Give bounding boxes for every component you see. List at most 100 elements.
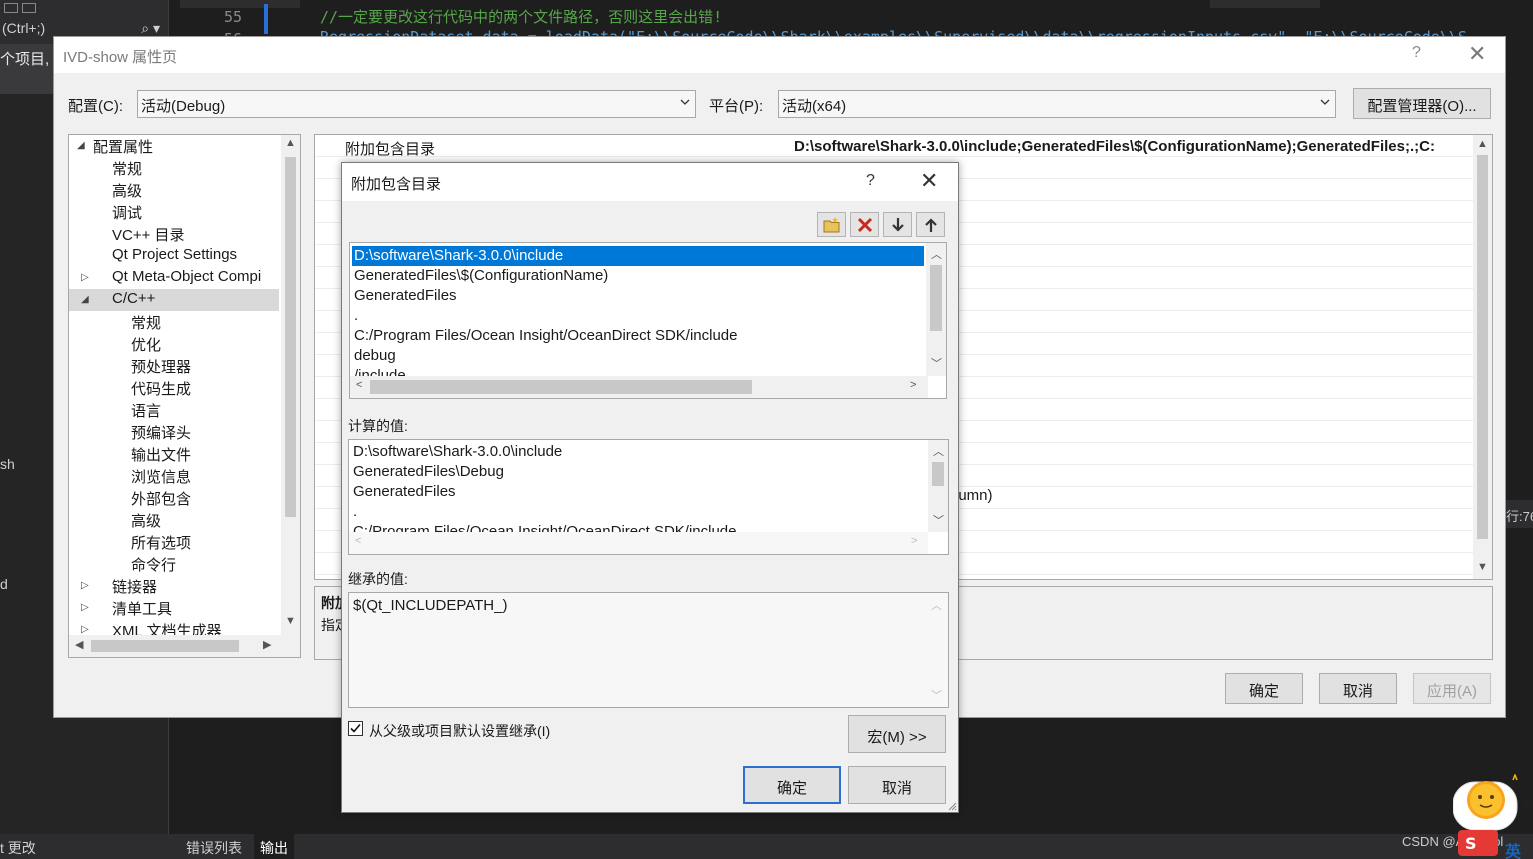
expanded-arrow-icon[interactable]: ◢ — [81, 294, 89, 305]
tree-item[interactable]: 预编译头 — [69, 421, 279, 443]
tree-item[interactable]: ◢ 配置属性 — [69, 135, 279, 157]
property-tree[interactable]: ◢ 配置属性 常规 高级 调试 VC++ 目录 Qt Project Settings ▷ Qt… — [68, 134, 301, 658]
tree-item[interactable]: 所有选项 — [69, 531, 279, 553]
tree-item[interactable]: 输出文件 — [69, 443, 279, 465]
scroll-down-icon[interactable]: ▼ — [285, 615, 296, 627]
collapsed-arrow-icon[interactable]: ▷ — [81, 602, 89, 613]
move-down-button[interactable] — [883, 212, 912, 237]
scroll-right-icon[interactable]: > — [911, 535, 917, 547]
tree-item[interactable]: 浏览信息 — [69, 465, 279, 487]
tree-vertical-scrollbar[interactable]: ▲ ▼ — [281, 135, 300, 635]
list-horizontal-scrollbar[interactable]: < > — [350, 376, 928, 398]
move-up-button[interactable] — [916, 212, 945, 237]
scroll-up-icon[interactable]: ︿ — [931, 246, 942, 262]
solution-project-text: 个项目, — [0, 51, 50, 68]
scroll-left-icon[interactable]: ◀ — [75, 638, 83, 651]
toolbar-icon[interactable] — [4, 3, 18, 13]
scrollbar-thumb[interactable] — [370, 380, 752, 394]
scrollbar-thumb[interactable] — [932, 462, 944, 486]
scroll-down-icon[interactable]: ﹀ — [933, 512, 944, 528]
tree-horizontal-scrollbar[interactable]: ◀ ▶ — [69, 635, 300, 657]
scroll-up-icon[interactable]: ︿ — [933, 443, 944, 459]
scrollbar-thumb[interactable] — [91, 640, 239, 652]
tree-item[interactable]: 优化 — [69, 333, 279, 355]
ime-widget[interactable]: S 新 英 — [1452, 772, 1533, 859]
tab-output[interactable]: 输出 — [254, 834, 294, 859]
toolbar-icon[interactable] — [22, 3, 36, 13]
scroll-up-icon[interactable]: ▲ — [1477, 138, 1488, 150]
help-button[interactable]: ? — [1412, 44, 1421, 62]
list-item[interactable]: C:/Program Files/Ocean Insight/OceanDire… — [352, 326, 738, 346]
inherit-checkbox[interactable] — [348, 721, 363, 736]
tree-item[interactable]: 代码生成 — [69, 377, 279, 399]
scroll-right-icon[interactable]: ▶ — [263, 638, 271, 651]
list-item[interactable]: GeneratedFiles — [352, 286, 457, 306]
tree-item[interactable]: 语言 — [69, 399, 279, 421]
tree-item[interactable]: ◢ C/C++ — [69, 289, 279, 311]
tree-item[interactable]: ▷ XML 文档生成器 — [69, 619, 279, 635]
collapsed-arrow-icon[interactable]: ▷ — [81, 580, 89, 591]
ok-button[interactable]: 确定 — [1225, 673, 1303, 704]
tree-item[interactable]: 外部包含 — [69, 487, 279, 509]
code-editor[interactable]: 55 56 //一定要更改这行代码中的两个文件路径，否则这里会出错! Regre… — [180, 0, 1533, 48]
tree-item[interactable]: ▷ 清单工具 — [69, 597, 279, 619]
apply-button[interactable]: 应用(A) — [1413, 673, 1491, 704]
list-item[interactable]: D:\software\Shark-3.0.0\include — [351, 245, 925, 267]
config-select[interactable]: 活动(Debug) — [137, 90, 696, 118]
scroll-down-icon[interactable]: ﹀ — [931, 355, 942, 371]
scroll-right-icon[interactable]: > — [910, 379, 916, 391]
dialog-help-button[interactable]: ? — [866, 172, 875, 190]
search-icon[interactable]: ⌕ ▾ — [141, 20, 160, 37]
scrollbar-thumb[interactable] — [285, 157, 296, 517]
tree-item[interactable]: ▷ 链接器 — [69, 575, 279, 597]
tree-item[interactable]: 调试 — [69, 201, 279, 223]
cancel-button[interactable]: 取消 — [1319, 673, 1397, 704]
computed-values-label: 计算的值: — [348, 418, 408, 434]
ime-mode-label[interactable]: 英 — [1505, 838, 1521, 859]
config-manager-button[interactable]: 配置管理器(O)... — [1353, 88, 1491, 119]
platform-select[interactable]: 活动(x64) — [778, 90, 1336, 118]
scroll-left-icon[interactable]: < — [355, 535, 361, 547]
property-row[interactable]: 附加包含目录 D:\software\Shark-3.0.0\include;G… — [315, 135, 1475, 158]
expanded-arrow-icon[interactable]: ◢ — [77, 140, 85, 151]
scroll-left-icon[interactable]: < — [356, 379, 362, 391]
inherit-checkbox-label[interactable]: 从父级或项目默认设置继承(I) — [369, 721, 550, 741]
property-value[interactable]: D:\software\Shark-3.0.0\include;Generate… — [794, 138, 1474, 155]
tree-item[interactable]: 高级 — [69, 179, 279, 201]
scroll-up-icon[interactable]: ▲ — [285, 137, 296, 149]
tree-item[interactable]: 常规 — [69, 311, 279, 333]
editor-tab-fragment[interactable] — [180, 0, 300, 8]
scroll-down-icon[interactable]: ▼ — [1477, 561, 1488, 573]
tree-item[interactable]: Qt Project Settings — [69, 245, 279, 267]
computed-vertical-scrollbar[interactable]: ︿ ﹀ — [928, 440, 948, 532]
computed-horizontal-scrollbar[interactable]: < > — [349, 532, 928, 554]
tree-item[interactable]: 预处理器 — [69, 355, 279, 377]
grid-vertical-scrollbar[interactable]: ▲ ▼ — [1473, 135, 1492, 579]
ide-toolbar-fragment — [0, 0, 168, 14]
editor-tab-fragment[interactable] — [1210, 0, 1320, 8]
include-dirs-dialog: 附加包含目录 ? ✕ D:\software\Shark-3.0.0\inclu… — [341, 162, 959, 813]
close-icon[interactable]: ✕ — [1468, 41, 1486, 67]
dialog-cancel-button[interactable]: 取消 — [848, 766, 946, 804]
resize-grip-icon[interactable] — [947, 801, 957, 811]
scrollbar-thumb[interactable] — [930, 265, 942, 331]
tree-item[interactable]: ▷ Qt Meta-Object Compi — [69, 267, 279, 289]
tree-item[interactable]: 高级 — [69, 509, 279, 531]
tree-item[interactable]: 常规 — [69, 157, 279, 179]
collapsed-arrow-icon[interactable]: ▷ — [81, 624, 89, 635]
new-line-button[interactable] — [817, 212, 846, 237]
list-item[interactable]: debug — [352, 346, 396, 366]
scrollbar-thumb[interactable] — [1477, 155, 1488, 539]
tab-error-list[interactable]: 错误列表 — [186, 838, 242, 858]
dialog-ok-button[interactable]: 确定 — [743, 766, 841, 804]
macros-button[interactable]: 宏(M) >> — [848, 715, 946, 753]
list-vertical-scrollbar[interactable]: ︿ ﹀ — [926, 243, 946, 376]
tree-item[interactable]: 命令行 — [69, 553, 279, 575]
close-icon[interactable]: ✕ — [920, 168, 938, 194]
collapsed-arrow-icon[interactable]: ▷ — [81, 272, 89, 283]
include-dirs-list[interactable]: D:\software\Shark-3.0.0\include Generate… — [349, 242, 947, 399]
list-item[interactable]: . — [352, 306, 358, 326]
list-item[interactable]: GeneratedFiles\$(ConfigurationName) — [352, 266, 608, 286]
tree-item[interactable]: VC++ 目录 — [69, 223, 279, 245]
delete-line-button[interactable] — [850, 212, 879, 237]
